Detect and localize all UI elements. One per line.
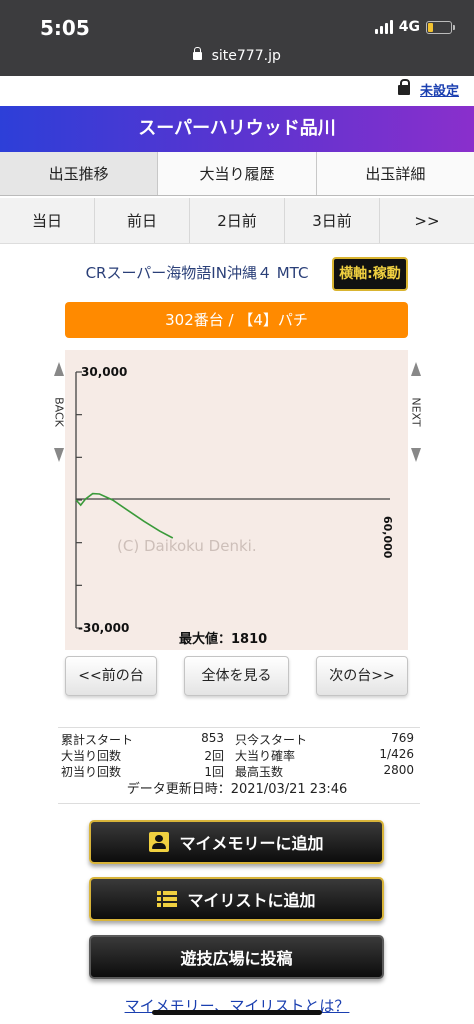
- tab-output-trend[interactable]: 出玉推移: [0, 152, 159, 195]
- add-to-my-list-button[interactable]: マイリストに追加: [89, 877, 384, 921]
- machine-number-bar: 302番台 / 【4】パチ: [65, 302, 408, 338]
- tab-more-days[interactable]: >>: [380, 198, 474, 243]
- stat-row: 累計スタート 853 只今スタート 769: [58, 731, 420, 747]
- back-label: BACK: [52, 397, 66, 427]
- output-chart: (C) Daikoku Denki. 30,000 -30,000 60,000…: [65, 350, 408, 650]
- chart-watermark: (C) Daikoku Denki.: [117, 537, 257, 555]
- stat-value: 853: [201, 731, 224, 745]
- main-tabs: 出玉推移 大当り履歴 出玉詳細: [0, 152, 474, 196]
- stat-label: 大当り確率: [235, 749, 296, 763]
- post-to-plaza-label: 遊技広場に投稿: [180, 949, 293, 968]
- tab-yesterday[interactable]: 前日: [95, 198, 190, 243]
- day-tabs: 当日 前日 2日前 3日前 >>: [0, 198, 474, 244]
- next-down-arrow-icon: [411, 448, 421, 462]
- tab-3-days-ago[interactable]: 3日前: [285, 198, 380, 243]
- y-tick-min: -30,000: [78, 621, 129, 635]
- data-updated-time: データ更新日時：2021/03/21 23:46: [126, 782, 348, 797]
- divider: [58, 803, 420, 804]
- add-to-my-list-label: マイリストに追加: [187, 891, 316, 910]
- next-nav[interactable]: NEXT: [408, 362, 424, 462]
- stat-value: 2800: [383, 763, 414, 777]
- stat-label: 累計スタート: [61, 733, 134, 747]
- tab-output-detail[interactable]: 出玉詳細: [316, 152, 474, 195]
- back-up-arrow-icon: [54, 362, 64, 376]
- view-all-button[interactable]: 全体を見る: [184, 656, 289, 696]
- stat-label: 大当り回数: [61, 749, 122, 763]
- axis-toggle-button[interactable]: 横軸:稼動: [332, 257, 408, 291]
- stat-value: 1/426: [379, 747, 414, 761]
- list-icon: [157, 889, 178, 909]
- url-text: site777.jp: [211, 48, 281, 64]
- series-line: [75, 492, 174, 539]
- stat-label: 只今スタート: [235, 733, 308, 747]
- signal-icon: [374, 20, 393, 34]
- next-machine-button[interactable]: 次の台>>: [316, 656, 408, 696]
- max-value-label: 最大値：1810: [179, 631, 267, 647]
- hall-title: スーパーハリウッド品川: [0, 106, 474, 152]
- stat-value: 769: [391, 731, 414, 745]
- tab-2-days-ago[interactable]: 2日前: [190, 198, 285, 243]
- post-to-plaza-button[interactable]: 遊技広場に投稿: [89, 935, 384, 979]
- login-row: 未設定: [0, 76, 474, 106]
- tab-jackpot-history[interactable]: 大当り履歴: [158, 152, 317, 195]
- stats-table: 累計スタート 853 只今スタート 769 大当り回数 2回 大当り確率 1/4…: [58, 727, 420, 779]
- x-end-label: 60,000: [381, 516, 394, 559]
- chart-svg: (C) Daikoku Denki. 30,000 -30,000 60,000…: [75, 365, 394, 647]
- prev-machine-button[interactable]: <<前の台: [65, 656, 157, 696]
- status-bar: 5:05 4G site777.jp: [0, 0, 474, 76]
- address-bar[interactable]: site777.jp: [0, 47, 474, 64]
- battery-icon: [426, 20, 455, 34]
- status-time: 5:05: [40, 16, 90, 40]
- add-to-my-memory-button[interactable]: マイメモリーに追加: [89, 820, 384, 864]
- secure-lock-icon: [193, 47, 203, 60]
- status-indicators: 4G: [374, 19, 455, 35]
- home-indicator: [152, 1010, 322, 1015]
- stat-row: 初当り回数 1回 最高玉数 2800: [58, 763, 420, 779]
- next-label: NEXT: [409, 397, 423, 427]
- y-tick-max: 30,000: [81, 365, 127, 379]
- stat-value: 2回: [204, 749, 224, 763]
- network-type: 4G: [398, 19, 420, 35]
- stat-row: 大当り回数 2回 大当り確率 1/426: [58, 747, 420, 763]
- memory-icon: [149, 832, 170, 852]
- login-setting-link[interactable]: 未設定: [420, 80, 459, 99]
- tab-today[interactable]: 当日: [0, 198, 95, 243]
- next-up-arrow-icon: [411, 362, 421, 376]
- add-to-my-memory-label: マイメモリーに追加: [179, 834, 324, 853]
- lock-icon: [398, 79, 410, 95]
- back-down-arrow-icon: [54, 448, 64, 462]
